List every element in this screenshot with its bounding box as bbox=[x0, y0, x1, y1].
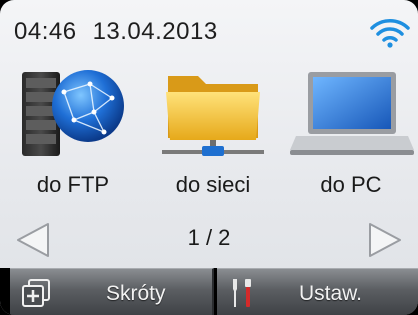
shortcuts-plus-icon bbox=[22, 279, 50, 307]
bottom-bar: Skróty Ustaw. bbox=[0, 268, 418, 315]
date-text: 13.04.2013 bbox=[92, 18, 218, 45]
settings-label: Ustaw. bbox=[299, 282, 363, 305]
laptop-icon bbox=[290, 72, 414, 155]
shortcuts-button[interactable]: Skróty bbox=[10, 268, 214, 315]
time-text: 04:46 bbox=[14, 18, 77, 45]
ftp-server-globe-icon bbox=[22, 70, 124, 156]
scan-to-network-button[interactable]: do sieci bbox=[148, 62, 278, 202]
wifi-icon[interactable] bbox=[368, 14, 412, 48]
next-page-arrow-icon[interactable] bbox=[364, 220, 404, 260]
tile-label-ftp: do FTP bbox=[36, 172, 110, 197]
tile-label-network: do sieci bbox=[175, 172, 251, 197]
datetime-display: 04:46 13.04.2013 bbox=[14, 18, 234, 46]
page-indicator: 1 / 2 bbox=[187, 225, 231, 250]
pager: 1 / 2 bbox=[0, 214, 418, 266]
network-folder-icon bbox=[162, 76, 264, 156]
tile-label-pc: do PC bbox=[320, 172, 382, 197]
settings-button[interactable]: Ustaw. bbox=[217, 268, 418, 315]
status-bar: 04:46 13.04.2013 bbox=[0, 0, 418, 62]
shortcuts-label: Skróty bbox=[106, 282, 166, 305]
scan-to-ftp-button[interactable]: do FTP bbox=[8, 62, 138, 202]
scan-to-pc-button[interactable]: do PC bbox=[286, 62, 416, 202]
touchscreen: 04:46 13.04.2013 do FTP do sieci do PC 1… bbox=[0, 0, 418, 315]
tools-settings-icon bbox=[233, 279, 251, 307]
